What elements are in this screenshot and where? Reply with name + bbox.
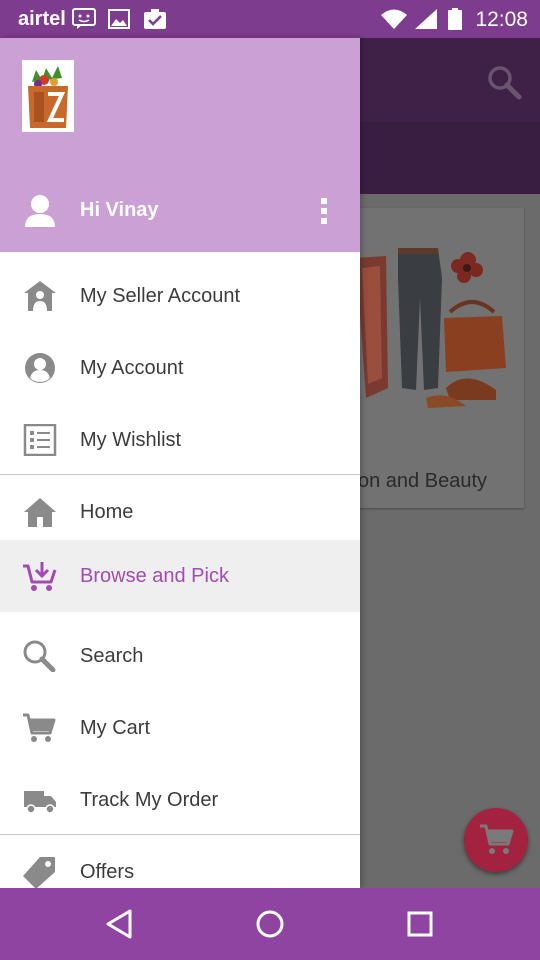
seller-account-icon <box>22 280 58 312</box>
menu-item-label: Home <box>80 501 134 523</box>
menu-item-home[interactable]: Home <box>0 476 360 548</box>
carrier-name: airtel <box>18 8 66 30</box>
system-navigation-bar <box>0 888 540 960</box>
user-greeting: Hi Vinay <box>80 199 159 221</box>
menu-item-label: My Cart <box>80 717 150 739</box>
account-icon <box>22 352 58 384</box>
user-avatar-icon <box>24 194 56 233</box>
wifi-icon <box>380 8 408 35</box>
menu-item-my-account[interactable]: My Account <box>0 332 360 404</box>
wishlist-icon <box>22 423 58 457</box>
truck-icon <box>22 784 58 816</box>
drawer-header: Hi Vinay <box>0 38 360 252</box>
home-circle-icon[interactable] <box>254 908 286 945</box>
cart-icon <box>480 824 514 854</box>
menu-item-browse-and-pick[interactable]: Browse and Pick <box>0 540 360 612</box>
cart-icon <box>22 712 58 744</box>
clock: 12:08 <box>475 8 528 31</box>
menu-item-label: Search <box>80 645 144 667</box>
menu-item-label: My Wishlist <box>80 429 182 451</box>
more-options-icon[interactable] <box>320 198 328 226</box>
tag-icon <box>22 856 58 888</box>
menu-item-my-cart[interactable]: My Cart <box>0 692 360 764</box>
menu-item-label: My Account <box>80 357 184 379</box>
status-bar: airtel 12:08 <box>0 0 540 38</box>
app-logo[interactable] <box>22 60 74 132</box>
back-icon[interactable] <box>104 908 136 945</box>
category-image <box>356 248 506 408</box>
menu-item-label: My Seller Account <box>80 285 241 307</box>
menu-divider <box>0 474 360 475</box>
menu-item-my-seller-account[interactable]: My Seller Account <box>0 260 360 332</box>
browse-cart-icon <box>22 560 58 592</box>
menu-divider <box>0 834 360 835</box>
battery-icon <box>448 8 462 35</box>
image-notification-icon <box>108 8 130 35</box>
home-icon <box>22 496 58 528</box>
navigation-drawer: Hi Vinay My Seller Account My Account My… <box>0 38 360 888</box>
menu-item-label: Track My Order <box>80 789 219 811</box>
menu-item-label: Browse and Pick <box>80 565 229 587</box>
category-card[interactable]: on and Beauty <box>336 208 524 508</box>
category-label: on and Beauty <box>358 470 487 492</box>
menu-item-search[interactable]: Search <box>0 620 360 692</box>
menu-item-track-my-order[interactable]: Track My Order <box>0 764 360 836</box>
floating-cart-button[interactable] <box>464 808 528 872</box>
menu-item-offers[interactable]: Offers <box>0 836 360 888</box>
search-icon <box>22 640 58 673</box>
clipboard-notification-icon <box>143 8 167 35</box>
recents-icon[interactable] <box>404 908 436 945</box>
chat-notification-icon <box>72 8 96 35</box>
menu-item-my-wishlist[interactable]: My Wishlist <box>0 404 360 476</box>
signal-icon <box>414 8 438 35</box>
menu-item-label: Offers <box>80 861 135 883</box>
search-icon[interactable] <box>486 64 522 105</box>
